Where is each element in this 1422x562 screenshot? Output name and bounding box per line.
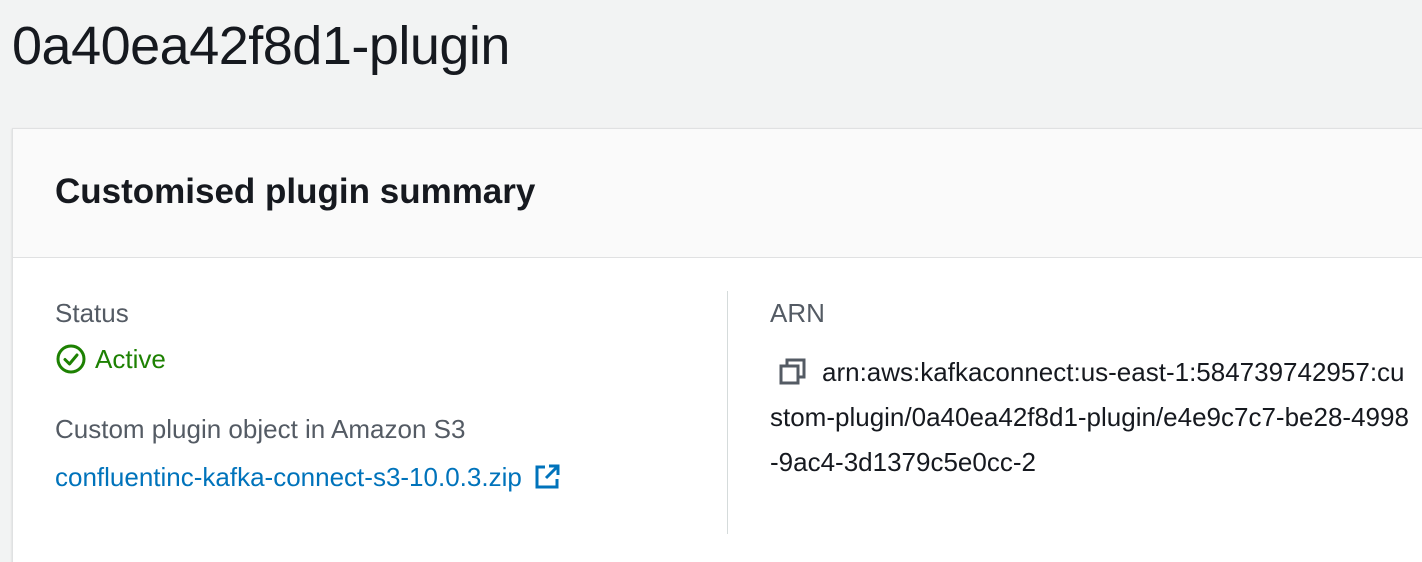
arn-value: arn:aws:kafkaconnect:us-east-1:584739742… [770, 357, 1409, 477]
container-header: Customised plugin summary [13, 129, 1422, 258]
s3-object-field: Custom plugin object in Amazon S3 conflu… [55, 412, 715, 494]
s3-object-link-row: confluentinc-kafka-connect-s3-10.0.3.zip [55, 460, 715, 494]
arn-field: arn:aws:kafkaconnect:us-east-1:584739742… [770, 350, 1410, 485]
page-title: 0a40ea42f8d1-plugin [12, 16, 510, 76]
s3-object-link[interactable]: confluentinc-kafka-connect-s3-10.0.3.zip [55, 460, 522, 494]
left-column: Status Active Custom plugin object in Am… [55, 296, 715, 494]
container-body: Status Active Custom plugin object in Am… [13, 258, 1422, 562]
status-field: Status Active [55, 296, 715, 376]
status-label: Status [55, 298, 129, 328]
plugin-summary-container: Customised plugin summary Status Active [12, 128, 1422, 562]
page: 0a40ea42f8d1-plugin Customised plugin su… [0, 0, 1422, 562]
copy-icon[interactable] [778, 356, 808, 386]
s3-object-label: Custom plugin object in Amazon S3 [55, 414, 466, 444]
container-title: Customised plugin summary [55, 172, 536, 211]
arn-label: ARN [770, 298, 825, 328]
status-indicator: Active [55, 342, 715, 376]
right-column: ARN arn:aws:kafkaconnect:us-east-1:58473… [770, 296, 1410, 485]
check-circle-icon [55, 343, 87, 375]
external-link-icon[interactable] [532, 462, 562, 492]
column-divider [727, 291, 728, 534]
status-value: Active [95, 344, 166, 374]
